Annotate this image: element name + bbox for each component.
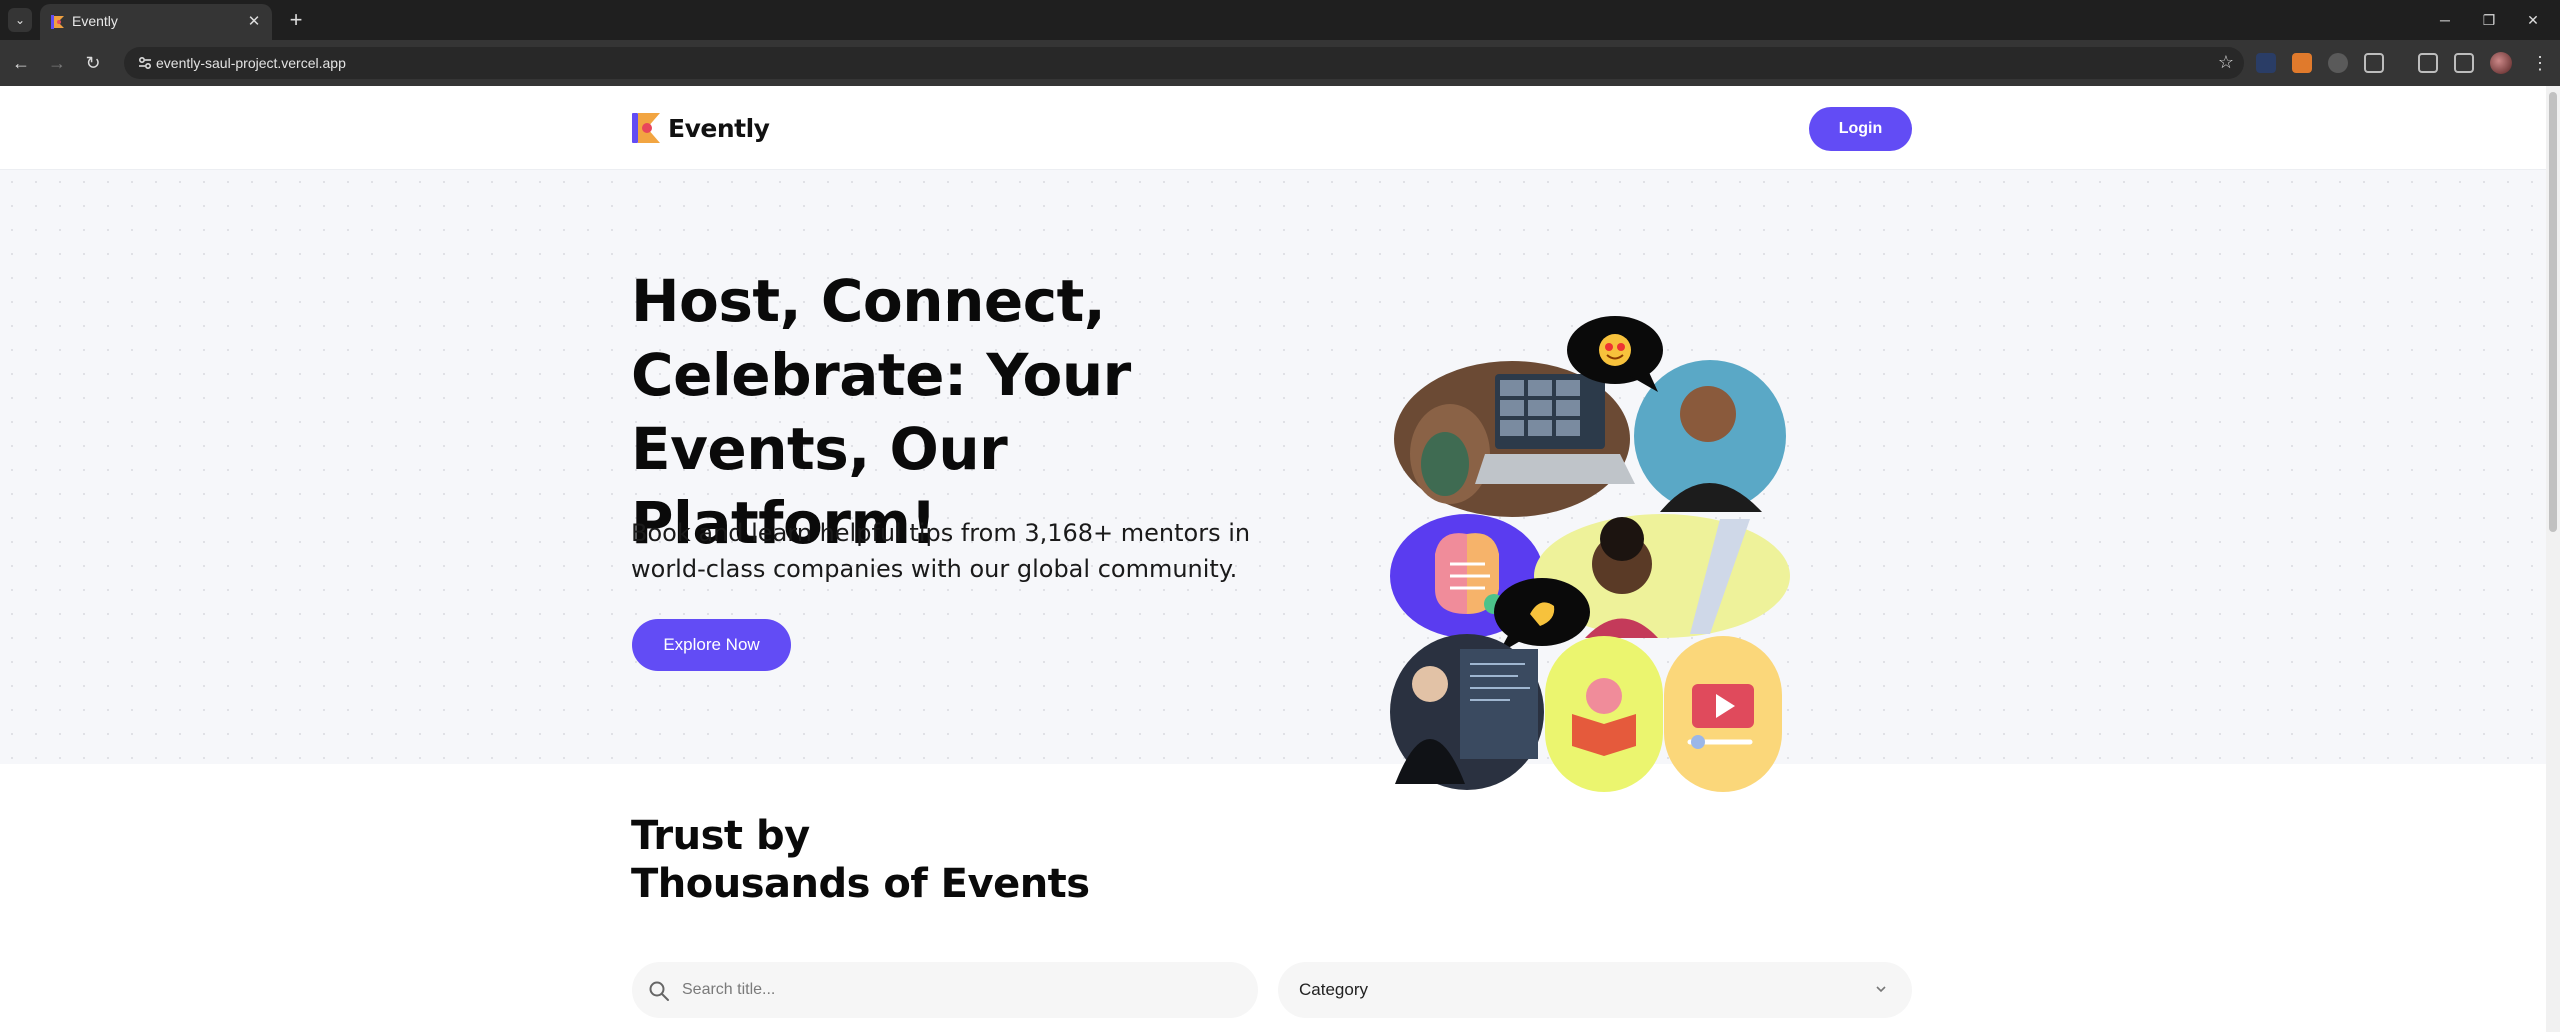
react-devtools-extension-icon[interactable]	[2256, 53, 2276, 73]
chevron-down-icon	[1876, 986, 1886, 993]
search-input[interactable]	[682, 962, 1242, 1018]
scrollbar-thumb[interactable]	[2549, 92, 2557, 532]
url-text: evently-saul-project.vercel.app	[156, 55, 346, 71]
restore-button[interactable]: ❐	[2467, 6, 2511, 34]
extensions-puzzle-icon[interactable]	[2364, 53, 2384, 73]
back-button[interactable]: ←	[8, 50, 34, 76]
browser-tab-bar: ⌄ Evently ✕ + ─ ❐ ✕	[0, 0, 2560, 40]
bookmark-star-icon[interactable]: ☆	[2218, 52, 2234, 73]
hero-illustration	[1390, 316, 1790, 792]
category-select-value: Category	[1299, 980, 1368, 999]
window-close-button[interactable]: ✕	[2511, 6, 2555, 34]
smiling-man-image	[1634, 360, 1786, 512]
reading-list-icon[interactable]	[2418, 53, 2438, 73]
site-logo[interactable]: Evently	[632, 111, 770, 145]
section-title-line1: Trust by	[631, 813, 810, 859]
new-tab-button[interactable]: +	[282, 6, 310, 34]
book-brain-icon	[1545, 636, 1663, 792]
event-search-box[interactable]	[632, 962, 1258, 1018]
section-title-line2: Thousands of Events	[631, 861, 1090, 907]
browser-menu-icon[interactable]: ⋮	[2530, 50, 2550, 76]
hero-section: Host, Connect, Celebrate: Your Events, O…	[0, 170, 2546, 792]
category-select[interactable]: Category	[1278, 962, 1912, 1018]
metamask-extension-icon[interactable]	[2292, 53, 2312, 73]
laptop-video-call-image	[1394, 361, 1635, 517]
browser-toolbar: ← → ↻ evently-saul-project.vercel.app ☆ …	[0, 40, 2560, 86]
video-player-icon	[1664, 636, 1782, 792]
grammarly-extension-icon[interactable]	[2328, 53, 2348, 73]
logo-text: Evently	[668, 113, 770, 143]
teacher-whiteboard-image	[1390, 634, 1544, 790]
tab-title: Evently	[72, 13, 118, 29]
browser-tab-evently[interactable]: Evently ✕	[40, 4, 272, 40]
evently-logo-icon	[632, 113, 660, 143]
evently-favicon-icon	[51, 15, 64, 29]
minimize-button[interactable]: ─	[2423, 6, 2467, 34]
explore-now-button[interactable]: Explore Now	[632, 619, 791, 671]
login-button[interactable]: Login	[1809, 107, 1912, 151]
site-info-icon[interactable]	[136, 54, 154, 72]
page-scrollbar[interactable]	[2546, 86, 2560, 1032]
hand-emoji-bubble	[1494, 578, 1590, 654]
events-section-title: Trust by Thousands of Events	[631, 812, 1090, 908]
address-bar[interactable]: evently-saul-project.vercel.app ☆	[124, 47, 2244, 79]
reload-button[interactable]: ↻	[80, 50, 106, 76]
forward-button[interactable]: →	[44, 50, 70, 76]
tab-close-icon[interactable]: ✕	[244, 12, 264, 32]
site-header: Evently Login	[0, 86, 2546, 170]
tab-list-button[interactable]: ⌄	[8, 8, 32, 32]
profile-avatar[interactable]	[2490, 52, 2512, 74]
hero-subtitle: Book and learn helpful tips from 3,168+ …	[631, 519, 1251, 583]
side-panel-icon[interactable]	[2454, 53, 2474, 73]
page-viewport: Evently Login Host, Connect, Celebrate: …	[0, 86, 2560, 1032]
search-icon	[649, 981, 669, 1001]
